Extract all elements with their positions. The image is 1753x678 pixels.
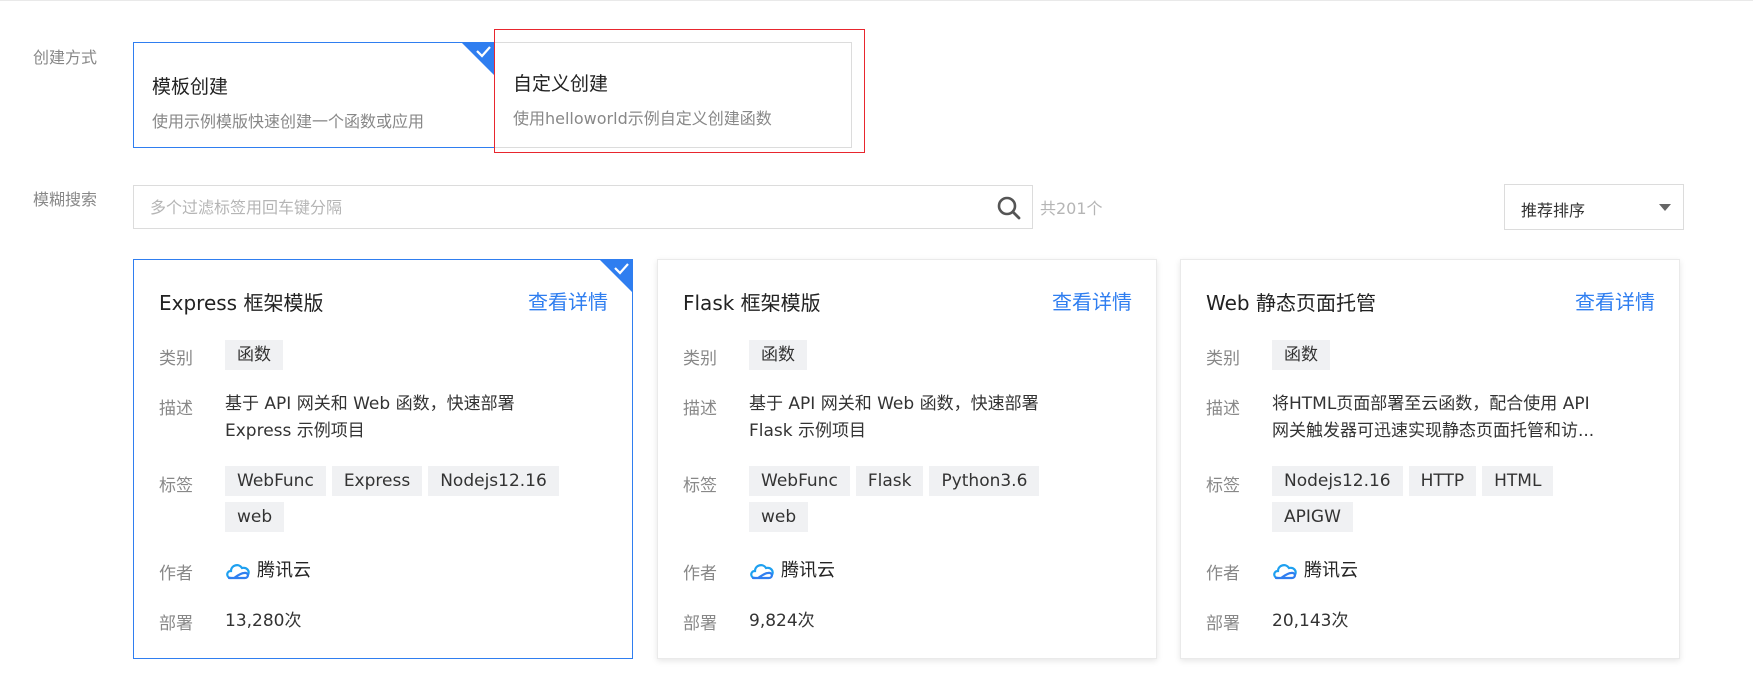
tag-chip[interactable]: Nodejs12.16 xyxy=(1272,466,1403,496)
author: 腾讯云 xyxy=(225,556,311,582)
description-label: 描述 xyxy=(683,399,717,419)
view-details-link[interactable]: 查看详情 xyxy=(1575,286,1655,315)
result-count: 共201个 xyxy=(1040,199,1103,218)
category-label: 类别 xyxy=(683,349,717,369)
view-details-link[interactable]: 查看详情 xyxy=(1052,286,1132,315)
view-details-link[interactable]: 查看详情 xyxy=(528,286,608,315)
tag-chip[interactable]: web xyxy=(225,502,285,532)
tag-chip[interactable]: WebFunc xyxy=(225,466,326,496)
tag-list: WebFunc Express Nodejs12.16 web xyxy=(225,466,605,538)
sort-select[interactable]: 推荐排序 xyxy=(1504,184,1684,230)
tags-label: 标签 xyxy=(1206,476,1240,496)
author-label: 作者 xyxy=(1206,564,1240,584)
tags-label: 标签 xyxy=(683,476,717,496)
deploy-label: 部署 xyxy=(1206,614,1240,634)
author-name: 腾讯云 xyxy=(1304,560,1358,581)
deploy-label: 部署 xyxy=(159,614,193,634)
template-create-option[interactable]: 模板创建 使用示例模版快速创建一个函数或应用 xyxy=(133,42,495,148)
search-input[interactable] xyxy=(134,186,1006,228)
template-description: 基于 API 网关和 Web 函数，快速部署 Flask 示例项目 xyxy=(749,394,1039,441)
template-card-flask[interactable]: Flask 框架模版 查看详情 类别 函数 描述 基于 API 网关和 Web … xyxy=(657,259,1157,659)
category-label: 类别 xyxy=(159,349,193,369)
description-label: 描述 xyxy=(1206,399,1240,419)
author-name: 腾讯云 xyxy=(257,560,311,581)
author-label: 作者 xyxy=(159,564,193,584)
tag-list: Nodejs12.16 HTTP HTML APIGW xyxy=(1272,466,1652,538)
author: 腾讯云 xyxy=(749,556,835,582)
tencent-cloud-icon xyxy=(1273,564,1297,580)
tencent-cloud-icon xyxy=(750,564,774,580)
custom-create-title: 自定义创建 xyxy=(513,73,609,95)
tag-chip[interactable]: Express xyxy=(331,466,423,496)
category-chip: 函数 xyxy=(749,340,807,370)
tag-chip[interactable]: Python3.6 xyxy=(929,466,1040,496)
tag-chip[interactable]: HTTP xyxy=(1408,466,1477,496)
description-label: 描述 xyxy=(159,399,193,419)
tag-chip[interactable]: web xyxy=(749,502,809,532)
deploy-label: 部署 xyxy=(683,614,717,634)
deploy-count: 13,280次 xyxy=(225,611,302,631)
tag-list: WebFunc Flask Python3.6 web xyxy=(749,466,1129,538)
template-card-web-static[interactable]: Web 静态页面托管 查看详情 类别 函数 描述 将HTML页面部署至云函数，配… xyxy=(1180,259,1680,659)
category-chip: 函数 xyxy=(1272,340,1330,370)
author-name: 腾讯云 xyxy=(781,560,835,581)
template-create-desc: 使用示例模版快速创建一个函数或应用 xyxy=(152,112,425,131)
tag-chip[interactable]: HTML xyxy=(1482,466,1554,496)
template-title: Express 框架模版 xyxy=(159,291,324,315)
search-icon[interactable] xyxy=(996,195,1022,221)
fuzzy-search-label: 模糊搜索 xyxy=(33,190,98,209)
template-create-title: 模板创建 xyxy=(152,76,229,98)
template-description: 将HTML页面部署至云函数，配合使用 API 网关触发器可迅速实现静态页面托管和… xyxy=(1272,394,1595,441)
author: 腾讯云 xyxy=(1272,556,1358,582)
tags-label: 标签 xyxy=(159,476,193,496)
template-description: 基于 API 网关和 Web 函数，快速部署 Express 示例项目 xyxy=(225,394,515,441)
template-title: Web 静态页面托管 xyxy=(1206,291,1376,315)
tag-chip[interactable]: APIGW xyxy=(1272,502,1353,532)
template-card-express[interactable]: Express 框架模版 查看详情 类别 函数 描述 基于 API 网关和 We… xyxy=(133,259,633,659)
top-divider xyxy=(0,0,1753,1)
tencent-cloud-icon xyxy=(226,564,250,580)
template-title: Flask 框架模版 xyxy=(683,291,821,315)
author-label: 作者 xyxy=(683,564,717,584)
check-corner-icon xyxy=(462,43,494,75)
tag-chip[interactable]: Flask xyxy=(855,466,924,496)
deploy-count: 9,824次 xyxy=(749,611,815,631)
tag-chip[interactable]: Nodejs12.16 xyxy=(428,466,559,496)
category-chip: 函数 xyxy=(225,340,283,370)
deploy-count: 20,143次 xyxy=(1272,611,1349,631)
category-label: 类别 xyxy=(1206,349,1240,369)
sort-value: 推荐排序 xyxy=(1521,201,1586,220)
custom-create-desc: 使用helloworld示例自定义创建函数 xyxy=(513,109,772,128)
tag-chip[interactable]: WebFunc xyxy=(749,466,850,496)
search-box xyxy=(133,185,1033,229)
custom-create-option[interactable]: 自定义创建 使用helloworld示例自定义创建函数 xyxy=(494,42,852,148)
chevron-down-icon xyxy=(1659,204,1671,211)
create-method-label: 创建方式 xyxy=(33,48,98,67)
